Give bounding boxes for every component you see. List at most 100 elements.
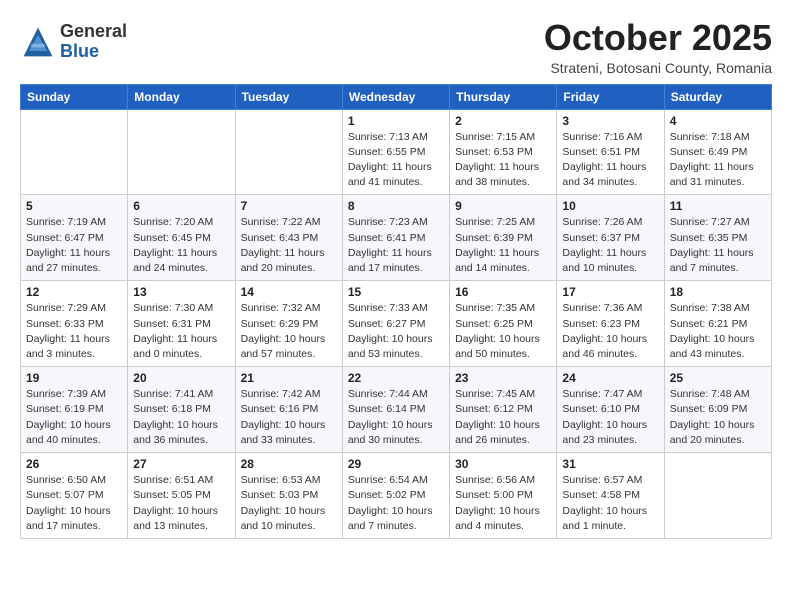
day-number: 7 — [241, 199, 337, 213]
day-info: Sunrise: 7:38 AM Sunset: 6:21 PM Dayligh… — [670, 301, 766, 362]
calendar-header-row: Sunday Monday Tuesday Wednesday Thursday… — [21, 84, 772, 109]
month-title: October 2025 — [544, 18, 772, 58]
day-info: Sunrise: 7:23 AM Sunset: 6:41 PM Dayligh… — [348, 215, 444, 276]
day-info: Sunrise: 7:45 AM Sunset: 6:12 PM Dayligh… — [455, 387, 551, 448]
day-info: Sunrise: 6:50 AM Sunset: 5:07 PM Dayligh… — [26, 473, 122, 534]
title-block: October 2025 Strateni, Botosani County, … — [544, 18, 772, 76]
day-number: 3 — [562, 114, 658, 128]
logo-general: General — [60, 22, 127, 42]
day-info: Sunrise: 7:29 AM Sunset: 6:33 PM Dayligh… — [26, 301, 122, 362]
day-number: 28 — [241, 457, 337, 471]
calendar-cell: 13 Sunrise: 7:30 AM Sunset: 6:31 PM Dayli… — [128, 281, 235, 367]
day-info: Sunrise: 7:33 AM Sunset: 6:27 PM Dayligh… — [348, 301, 444, 362]
day-info: Sunrise: 7:35 AM Sunset: 6:25 PM Dayligh… — [455, 301, 551, 362]
day-number: 30 — [455, 457, 551, 471]
day-number: 21 — [241, 371, 337, 385]
page: General Blue October 2025 Strateni, Boto… — [0, 0, 792, 557]
col-saturday: Saturday — [664, 84, 771, 109]
day-number: 25 — [670, 371, 766, 385]
day-info: Sunrise: 7:30 AM Sunset: 6:31 PM Dayligh… — [133, 301, 229, 362]
calendar-cell: 7 Sunrise: 7:22 AM Sunset: 6:43 PM Daylig… — [235, 195, 342, 281]
location-subtitle: Strateni, Botosani County, Romania — [544, 60, 772, 76]
calendar-cell: 11Sunrise: 7:27 AM Sunset: 6:35 PM Dayli… — [664, 195, 771, 281]
day-info: Sunrise: 7:16 AM Sunset: 6:51 PM Dayligh… — [562, 130, 658, 191]
calendar-cell: 15 Sunrise: 7:33 AM Sunset: 6:27 PM Dayli… — [342, 281, 449, 367]
day-info: Sunrise: 6:51 AM Sunset: 5:05 PM Dayligh… — [133, 473, 229, 534]
calendar-cell: 6Sunrise: 7:20 AM Sunset: 6:45 PM Daylig… — [128, 195, 235, 281]
calendar-body: 1 Sunrise: 7:13 AM Sunset: 6:55 PM Daylig… — [21, 109, 772, 538]
calendar-cell: 27 Sunrise: 6:51 AM Sunset: 5:05 PM Dayli… — [128, 453, 235, 539]
day-number: 13 — [133, 285, 229, 299]
day-info: Sunrise: 6:54 AM Sunset: 5:02 PM Dayligh… — [348, 473, 444, 534]
day-info: Sunrise: 7:44 AM Sunset: 6:14 PM Dayligh… — [348, 387, 444, 448]
calendar-cell: 5Sunrise: 7:19 AM Sunset: 6:47 PM Daylig… — [21, 195, 128, 281]
day-info: Sunrise: 7:48 AM Sunset: 6:09 PM Dayligh… — [670, 387, 766, 448]
logo-blue: Blue — [60, 42, 127, 62]
day-info: Sunrise: 7:19 AM Sunset: 6:47 PM Dayligh… — [26, 215, 122, 276]
calendar-cell: 31 Sunrise: 6:57 AM Sunset: 4:58 PM Dayli… — [557, 453, 664, 539]
calendar-week-2: 12 Sunrise: 7:29 AM Sunset: 6:33 PM Dayli… — [21, 281, 772, 367]
col-sunday: Sunday — [21, 84, 128, 109]
day-info: Sunrise: 7:13 AM Sunset: 6:55 PM Dayligh… — [348, 130, 444, 191]
calendar-cell: 23Sunrise: 7:45 AM Sunset: 6:12 PM Dayli… — [450, 367, 557, 453]
day-info: Sunrise: 7:47 AM Sunset: 6:10 PM Dayligh… — [562, 387, 658, 448]
calendar-cell: 8 Sunrise: 7:23 AM Sunset: 6:41 PM Daylig… — [342, 195, 449, 281]
calendar-cell — [664, 453, 771, 539]
day-number: 27 — [133, 457, 229, 471]
col-tuesday: Tuesday — [235, 84, 342, 109]
day-info: Sunrise: 6:56 AM Sunset: 5:00 PM Dayligh… — [455, 473, 551, 534]
calendar-cell: 20Sunrise: 7:41 AM Sunset: 6:18 PM Dayli… — [128, 367, 235, 453]
day-number: 19 — [26, 371, 122, 385]
day-info: Sunrise: 7:32 AM Sunset: 6:29 PM Dayligh… — [241, 301, 337, 362]
day-number: 9 — [455, 199, 551, 213]
header: General Blue October 2025 Strateni, Boto… — [20, 18, 772, 76]
calendar-cell: 24Sunrise: 7:47 AM Sunset: 6:10 PM Dayli… — [557, 367, 664, 453]
logo-icon — [20, 24, 56, 60]
day-number: 8 — [348, 199, 444, 213]
calendar-week-1: 5Sunrise: 7:19 AM Sunset: 6:47 PM Daylig… — [21, 195, 772, 281]
calendar-cell: 22 Sunrise: 7:44 AM Sunset: 6:14 PM Dayli… — [342, 367, 449, 453]
day-number: 17 — [562, 285, 658, 299]
day-info: Sunrise: 7:42 AM Sunset: 6:16 PM Dayligh… — [241, 387, 337, 448]
day-info: Sunrise: 6:57 AM Sunset: 4:58 PM Dayligh… — [562, 473, 658, 534]
day-number: 12 — [26, 285, 122, 299]
calendar-cell: 29 Sunrise: 6:54 AM Sunset: 5:02 PM Dayli… — [342, 453, 449, 539]
day-info: Sunrise: 7:15 AM Sunset: 6:53 PM Dayligh… — [455, 130, 551, 191]
day-info: Sunrise: 7:22 AM Sunset: 6:43 PM Dayligh… — [241, 215, 337, 276]
calendar-week-3: 19Sunrise: 7:39 AM Sunset: 6:19 PM Dayli… — [21, 367, 772, 453]
day-number: 1 — [348, 114, 444, 128]
day-number: 29 — [348, 457, 444, 471]
calendar-cell: 3 Sunrise: 7:16 AM Sunset: 6:51 PM Daylig… — [557, 109, 664, 195]
day-info: Sunrise: 7:41 AM Sunset: 6:18 PM Dayligh… — [133, 387, 229, 448]
calendar-cell: 21 Sunrise: 7:42 AM Sunset: 6:16 PM Dayli… — [235, 367, 342, 453]
day-number: 14 — [241, 285, 337, 299]
day-number: 6 — [133, 199, 229, 213]
calendar-cell: 19Sunrise: 7:39 AM Sunset: 6:19 PM Dayli… — [21, 367, 128, 453]
calendar-cell: 4Sunrise: 7:18 AM Sunset: 6:49 PM Daylig… — [664, 109, 771, 195]
day-info: Sunrise: 7:36 AM Sunset: 6:23 PM Dayligh… — [562, 301, 658, 362]
logo: General Blue — [20, 22, 127, 62]
day-number: 26 — [26, 457, 122, 471]
col-thursday: Thursday — [450, 84, 557, 109]
day-number: 15 — [348, 285, 444, 299]
calendar-week-0: 1 Sunrise: 7:13 AM Sunset: 6:55 PM Daylig… — [21, 109, 772, 195]
calendar-cell: 26 Sunrise: 6:50 AM Sunset: 5:07 PM Dayli… — [21, 453, 128, 539]
calendar-cell: 16 Sunrise: 7:35 AM Sunset: 6:25 PM Dayli… — [450, 281, 557, 367]
col-monday: Monday — [128, 84, 235, 109]
day-number: 4 — [670, 114, 766, 128]
day-number: 2 — [455, 114, 551, 128]
day-number: 22 — [348, 371, 444, 385]
col-friday: Friday — [557, 84, 664, 109]
calendar-cell: 14 Sunrise: 7:32 AM Sunset: 6:29 PM Dayli… — [235, 281, 342, 367]
calendar-header: Sunday Monday Tuesday Wednesday Thursday… — [21, 84, 772, 109]
calendar-cell — [128, 109, 235, 195]
day-info: Sunrise: 7:26 AM Sunset: 6:37 PM Dayligh… — [562, 215, 658, 276]
day-number: 31 — [562, 457, 658, 471]
calendar-cell: 2 Sunrise: 7:15 AM Sunset: 6:53 PM Daylig… — [450, 109, 557, 195]
calendar-cell: 28Sunrise: 6:53 AM Sunset: 5:03 PM Dayli… — [235, 453, 342, 539]
calendar-cell: 9Sunrise: 7:25 AM Sunset: 6:39 PM Daylig… — [450, 195, 557, 281]
calendar-cell — [235, 109, 342, 195]
day-info: Sunrise: 7:27 AM Sunset: 6:35 PM Dayligh… — [670, 215, 766, 276]
day-number: 16 — [455, 285, 551, 299]
calendar-cell: 18Sunrise: 7:38 AM Sunset: 6:21 PM Dayli… — [664, 281, 771, 367]
